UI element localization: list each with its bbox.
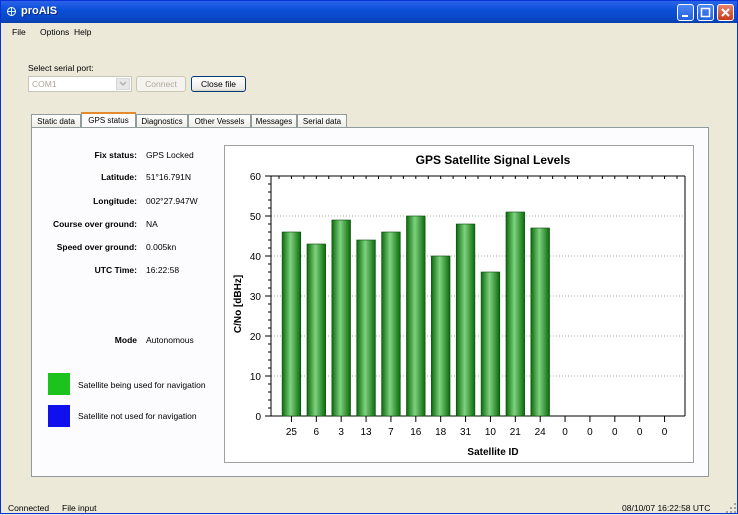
not-used-legend-label: Satellite not used for navigation [78,411,197,421]
x-tick-label: 24 [535,427,547,438]
longitude-value: 002°27.947W [146,196,198,206]
x-tick-label: 0 [562,427,568,438]
tab-diagnostics[interactable]: Diagnostics [136,114,188,128]
menu-bar: File Options Help [1,24,737,41]
minimize-button[interactable] [677,4,694,21]
serial-port-value: COM1 [32,79,57,89]
menu-help[interactable]: Help [74,27,91,37]
cog-label: Course over ground: [52,219,137,229]
tab-serial-data[interactable]: Serial data [297,114,347,128]
close-file-button[interactable]: Close file [191,76,246,92]
longitude-label: Longitude: [93,196,137,206]
sog-value: 0.005kn [146,242,177,252]
x-tick-label: 21 [510,427,522,438]
x-tick-label: 31 [460,427,472,438]
y-tick-label: 0 [255,412,261,423]
latitude-label: Latitude: [101,172,137,182]
x-tick-label: 0 [637,427,643,438]
x-tick-label: 18 [435,427,447,438]
x-tick-label: 3 [338,427,344,438]
used-legend-swatch [48,373,70,395]
app-window: proAIS File Options Help Select serial p… [0,0,738,514]
cog-value: NA [146,219,158,229]
x-tick-label: 10 [485,427,497,438]
app-icon [7,7,16,16]
x-tick-label: 0 [612,427,618,438]
signal-bar [331,219,351,417]
tab-other-vessels[interactable]: Other Vessels [188,114,251,128]
y-tick-label: 10 [250,372,262,383]
sog-label: Speed over ground: [56,242,137,252]
chart-svg: GPS Satellite Signal Levels Satellite ID… [233,153,686,458]
maximize-icon [700,7,711,18]
y-tick-label: 60 [250,172,262,183]
plot-area: 0 10 20 30 40 50 60 25 6 3 13 7 16 18 31 10 21 24 0 0 0 0 0 [250,172,686,438]
fix-status-label: Fix status: [94,150,137,160]
close-icon [721,8,730,17]
menu-options[interactable]: Options [40,27,69,37]
signal-bar [306,243,326,417]
tab-messages[interactable]: Messages [251,114,297,128]
chart-ylabel: C/No [dBHz] [233,275,244,333]
status-bar: Connected File input 08/10/07 16:22:58 U… [1,499,737,515]
signal-bar [480,271,501,417]
signal-bar [406,215,426,417]
mode-value: Autonomous [146,335,194,345]
signal-bar [455,223,476,417]
signal-bar [530,227,550,417]
menu-file[interactable]: File [12,27,26,37]
x-tick-label: 0 [587,427,593,438]
latitude-value: 51°16.791N [146,172,191,182]
y-tick-label: 40 [250,252,262,263]
x-tick-label: 16 [410,427,422,438]
x-tick-label: 0 [662,427,668,438]
signal-bar [381,231,401,417]
x-tick-label: 13 [361,427,373,438]
mode-label: Mode [114,335,137,345]
window-title: proAIS [21,5,58,17]
x-tick-label: 7 [388,427,394,438]
signal-bar [431,255,451,417]
signal-bar [281,231,302,417]
fix-status-value: GPS Locked [146,150,194,160]
tab-static-data[interactable]: Static data [31,114,81,128]
y-tick-label: 30 [250,292,262,303]
signal-bar [505,211,525,417]
connect-button[interactable]: Connect [136,76,186,92]
y-tick-label: 50 [250,212,262,223]
title-bar[interactable]: proAIS [1,1,737,23]
signal-level-chart: GPS Satellite Signal Levels Satellite ID… [224,145,694,463]
x-tick-label: 6 [314,427,320,438]
status-file-input: File input [62,503,97,513]
maximize-button[interactable] [697,4,714,21]
utc-time-label: UTC Time: [94,265,137,275]
utc-time-value: 16:22:58 [146,265,180,275]
resize-grip-icon[interactable] [725,502,737,514]
chart-xlabel: Satellite ID [467,447,518,458]
serial-port-label: Select serial port: [28,63,94,73]
status-connected: Connected [8,503,50,513]
close-button[interactable] [717,4,734,21]
not-used-legend-swatch [48,405,70,427]
minimize-icon [682,15,688,17]
status-datetime: 08/10/07 16:22:58 UTC [622,503,711,513]
used-legend-label: Satellite being used for navigation [78,380,206,390]
chevron-down-icon[interactable] [116,78,130,90]
chart-title: GPS Satellite Signal Levels [416,153,571,167]
signal-bar [356,239,376,417]
y-tick-label: 20 [250,332,262,343]
serial-port-combo[interactable]: COM1 [28,76,132,92]
x-tick-label: 25 [286,427,298,438]
